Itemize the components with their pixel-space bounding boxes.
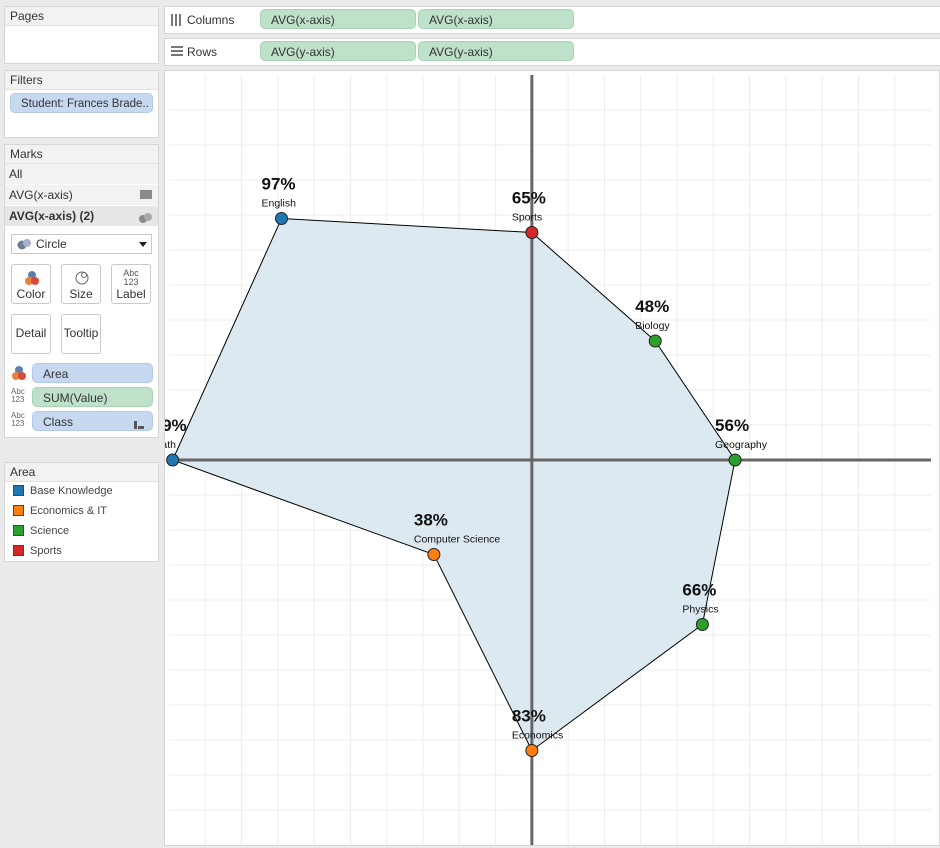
value-label-economics: 83% [512,707,546,726]
area-legend-title: Area [5,463,158,482]
field-pill-class[interactable]: Class [32,411,153,431]
class-label-computer-science: Computer Science [414,534,501,546]
legend-label-science: Science [30,525,70,537]
value-label-biology: 48% [635,297,669,316]
point-biology[interactable] [648,334,662,348]
legend-swatch-base-knowledge [13,485,24,496]
detail-button-label: Detail [15,326,47,340]
size-button[interactable]: Size [61,264,101,304]
marks-layer1-label: AVG(x-axis) [9,188,73,202]
rows-pill-2[interactable]: AVG(y-axis) [418,41,574,61]
size-button-label: Size [69,287,93,301]
marks-card: Marks All AVG(x-axis) AVG(x-axis) (2) Ci… [4,144,159,438]
marks-tab-layer2[interactable]: AVG(x-axis) (2) [5,206,158,226]
columns-pill-2[interactable]: AVG(x-axis) [418,9,574,29]
value-label-computer-science: 38% [414,511,448,530]
point-sports[interactable] [525,226,539,239]
filters-title: Filters [5,71,158,90]
columns-shelf[interactable]: Columns AVG(x-axis) AVG(x-axis) [164,6,940,34]
color-encoding-icon [11,365,27,384]
point-physics[interactable] [695,618,709,631]
marks-tab-all[interactable]: All [5,164,158,184]
label-abc-icon: Abc 123 [112,269,150,287]
legend-swatch-science [13,525,24,536]
class-label-physics: Physics [682,604,718,616]
point-economics[interactable] [525,744,539,757]
tooltip-button[interactable]: Tooltip [61,314,101,354]
marks-layer2-label: AVG(x-axis) (2) [9,209,95,223]
legend-label-base-knowledge: Base Knowledge [30,485,113,497]
legend-label-economics-it: Economics & IT [30,505,108,517]
point-english[interactable] [274,212,288,225]
class-label-biology: Biology [635,320,670,332]
detail-button[interactable]: Detail [11,314,51,354]
field-pill-class-label: Class [43,415,74,429]
circle-mark-icon [16,237,32,254]
rows-icon [171,46,183,61]
rows-label: Rows [187,45,218,59]
pages-title: Pages [5,7,158,26]
label-button-label: Label [116,287,146,301]
legend-item-base-knowledge[interactable]: Base Knowledge [13,482,113,500]
filters-card: Filters Student: Frances Brade.. [4,70,159,138]
area-legend-card: Area Base Knowledge Economics & IT Scien… [4,462,159,562]
columns-pill-1[interactable]: AVG(x-axis) [260,9,416,29]
value-encoding-num: 123 [11,395,25,404]
legend-item-sports[interactable]: Sports [13,542,62,560]
sort-icon [134,416,144,436]
columns-label: Columns [187,13,235,27]
value-label-math: 99% [165,416,187,435]
class-label-economics: Economics [512,730,563,742]
value-label-sports: 65% [512,189,546,208]
mark-type-dropdown[interactable]: Circle [11,234,152,254]
rows-shelf[interactable]: Rows AVG(y-axis) AVG(y-axis) [164,38,940,66]
class-label-math: Math [165,439,176,451]
bar-chart-icon [140,190,152,199]
value-label-physics: 66% [682,581,716,600]
color-button[interactable]: Color [11,264,51,304]
tooltip-button-label: Tooltip [63,326,99,340]
legend-swatch-economics-it [13,505,24,516]
radar-chart[interactable]: 99% Math 97% English 65% Sports 48% Biology 56% G… [165,71,939,845]
point-geography[interactable] [728,453,742,467]
label-button[interactable]: Abc 123 Label [111,264,151,304]
columns-icon [171,14,183,29]
point-math[interactable] [166,453,180,467]
marks-tab-layer1[interactable]: AVG(x-axis) [5,185,158,205]
color-button-label: Color [16,287,46,301]
field-pill-sum-value[interactable]: SUM(Value) [32,387,153,407]
label-num-text: 123 [123,277,139,287]
marks-title: Marks [5,145,158,164]
filter-pill-student[interactable]: Student: Frances Brade.. [10,93,153,113]
class-label-english: English [261,198,296,210]
mark-type-label: Circle [36,237,67,251]
chevron-down-icon [139,242,147,247]
class-label-geography: Geography [715,439,768,451]
legend-swatch-sports [13,545,24,556]
field-pill-area[interactable]: Area [32,363,153,383]
circles-icon [138,210,152,230]
label-encoding-icon-value: Abc 123 [11,388,25,404]
legend-item-science[interactable]: Science [13,522,69,540]
viz-panel[interactable]: 99% Math 97% English 65% Sports 48% Biology 56% G… [164,70,940,846]
value-label-english: 97% [261,175,295,194]
value-label-geography: 56% [715,416,749,435]
legend-item-economics-it[interactable]: Economics & IT [13,502,107,520]
pages-card: Pages [4,6,159,64]
class-label-sports: Sports [512,212,542,224]
class-encoding-num: 123 [11,419,25,428]
label-encoding-icon-class: Abc 123 [11,412,25,428]
point-computer-science[interactable] [427,548,441,561]
rows-pill-1[interactable]: AVG(y-axis) [260,41,416,61]
legend-label-sports: Sports [30,545,62,557]
